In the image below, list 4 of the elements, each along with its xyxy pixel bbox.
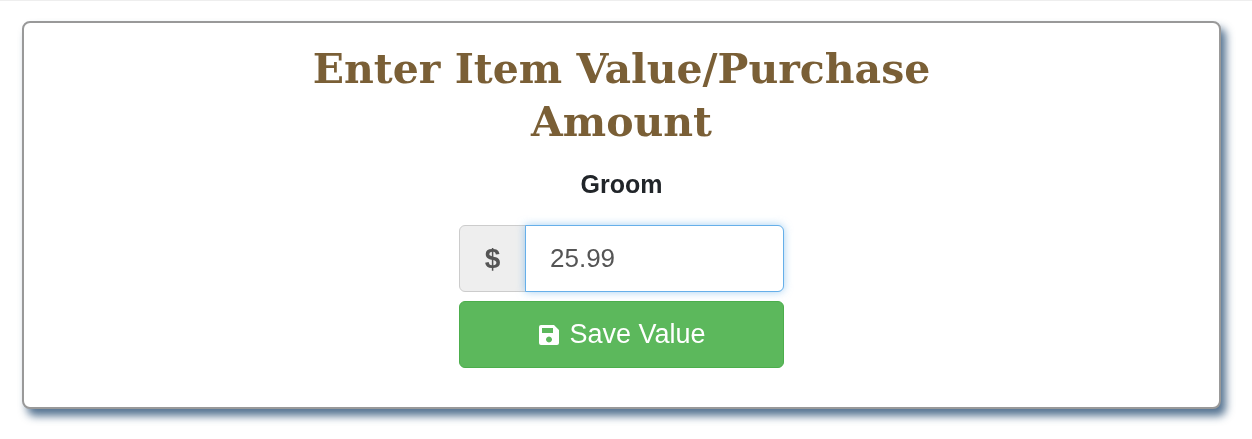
dialog-subtitle: Groom <box>579 168 664 200</box>
dialog-title: Enter Item Value/Purchase Amount <box>311 44 932 149</box>
amount-input-field[interactable]: 25.99 <box>525 225 784 293</box>
currency-prefix: $ <box>459 225 526 293</box>
